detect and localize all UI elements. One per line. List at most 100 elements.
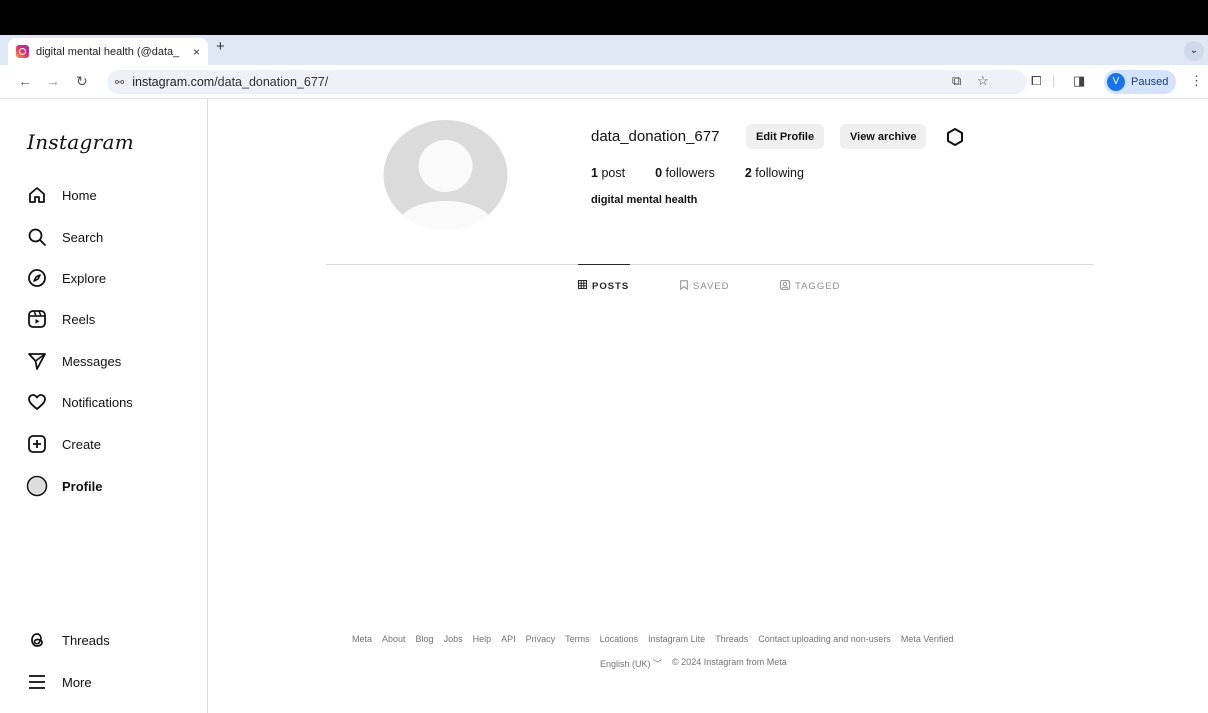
following-stat[interactable]: 2 following [745, 166, 804, 180]
view-archive-button[interactable]: View archive [840, 124, 927, 149]
grid-icon [578, 280, 587, 292]
url-host: instagram.com [132, 75, 215, 89]
sidebar-item-messages[interactable]: Messages [26, 349, 121, 373]
tab-title: digital mental health (@data_ [36, 45, 180, 58]
sidebar-item-notifications[interactable]: Notifications [26, 390, 133, 414]
screen-top-bar [0, 0, 1208, 35]
sidebar-item-more[interactable]: More [26, 670, 92, 694]
address-toolbar: ← → ↻ ⚯ instagram.com/data_donation_677/… [0, 65, 1208, 99]
language-selector[interactable]: English (UK) ﹀ [600, 657, 662, 670]
footer-link[interactable]: Meta [352, 634, 372, 644]
active-tab-indicator [578, 264, 630, 265]
threads-icon [26, 629, 48, 651]
install-app-icon[interactable]: ⧉ [952, 73, 961, 89]
side-panel-icon[interactable]: ◨ [1073, 73, 1085, 89]
footer-link[interactable]: Blog [416, 634, 434, 644]
followers-stat[interactable]: 0 followers [655, 166, 715, 180]
edit-profile-button[interactable]: Edit Profile [746, 124, 825, 149]
profile-display-name: digital mental health [591, 194, 698, 206]
sidebar-item-label: Create [62, 436, 102, 452]
footer-link[interactable]: Instagram Lite [648, 634, 705, 644]
footer-link[interactable]: API [501, 634, 516, 644]
tab-label: TAGGED [795, 281, 841, 292]
footer-bottom: English (UK) ﹀ © 2024 Instagram from Met… [600, 657, 787, 670]
footer-link[interactable]: Help [473, 634, 492, 644]
sidebar-item-label: Home [62, 187, 97, 203]
url-path: /data_donation_677/ [214, 75, 329, 89]
profile-avatar[interactable] [383, 120, 508, 230]
menu-icon [26, 671, 48, 693]
address-bar[interactable]: ⚯ instagram.com/data_donation_677/ [107, 70, 1027, 94]
browser-menu-icon[interactable]: ⋮ [1190, 73, 1203, 89]
reload-icon[interactable]: ↻ [76, 73, 88, 90]
tab-close-button[interactable]: × [193, 45, 200, 59]
sidebar-item-label: Threads [62, 632, 110, 648]
new-tab-button[interactable]: + [216, 38, 225, 55]
forward-arrow-icon[interactable]: → [46, 73, 60, 89]
posts-count: 1 [591, 166, 598, 180]
avatar-icon [26, 475, 48, 497]
footer-link[interactable]: Contact uploading and non-users [758, 634, 891, 644]
sidebar-item-label: Search [62, 229, 104, 245]
sidebar-item-label: Messages [62, 353, 122, 369]
tab-search-button[interactable]: ⌄ [1184, 41, 1204, 61]
toolbar-separator: | [1052, 73, 1056, 88]
footer-link[interactable]: Meta Verified [901, 634, 954, 644]
sidebar-item-create[interactable]: Create [26, 432, 101, 456]
site-settings-icon[interactable]: ⚯ [115, 76, 124, 89]
footer-link[interactable]: Terms [565, 634, 590, 644]
posts-count-stat: 1 post [591, 166, 625, 180]
extensions-puzzle-icon[interactable]: ⧠ [1031, 73, 1041, 89]
footer-link[interactable]: Locations [600, 634, 639, 644]
profile-stats: 1 post 0 followers 2 following [591, 166, 804, 180]
footer-link[interactable]: Threads [715, 634, 748, 644]
heart-icon [26, 391, 48, 413]
sidebar-item-reels[interactable]: Reels [26, 307, 95, 331]
chevron-down-icon: ﹀ [653, 659, 663, 669]
send-icon [26, 350, 48, 372]
footer-link[interactable]: Privacy [526, 634, 556, 644]
sidebar-item-label: Profile [62, 478, 103, 494]
sidebar-item-threads[interactable]: Threads [26, 628, 110, 652]
browser-tab-instagram[interactable]: digital mental health (@data_ × [8, 38, 208, 65]
copyright-text: © 2024 Instagram from Meta [672, 657, 787, 667]
sidebar-item-home[interactable]: Home [26, 183, 97, 207]
footer-link[interactable]: Jobs [444, 634, 463, 644]
back-arrow-icon[interactable]: ← [18, 73, 32, 89]
following-count: 2 [744, 166, 752, 180]
language-label: English (UK) [600, 659, 651, 669]
bookmark-star-icon[interactable]: ☆ [977, 73, 989, 89]
profile-username: data_donation_677 [591, 128, 720, 145]
home-icon [26, 184, 48, 206]
settings-gear-icon[interactable] [945, 127, 965, 147]
sidebar-item-label: Reels [62, 311, 96, 327]
tab-posts[interactable]: POSTS [578, 280, 629, 292]
profile-status-label: Paused [1131, 76, 1169, 88]
followers-count: 0 [655, 166, 663, 180]
footer-links: Meta About Blog Jobs Help API Privacy Te… [352, 634, 953, 644]
tab-label: SAVED [693, 281, 730, 292]
profile-paused-button[interactable]: V Paused [1104, 70, 1176, 94]
bookmark-icon [680, 280, 688, 293]
compass-icon [26, 267, 48, 289]
instagram-favicon-icon [16, 45, 29, 58]
tagged-person-icon [780, 280, 790, 293]
followers-label: followers [665, 166, 715, 180]
instagram-logo[interactable]: Instagram [27, 130, 134, 154]
sidebar-item-label: Notifications [62, 394, 133, 410]
sidebar-item-label: More [62, 674, 92, 690]
posts-label: post [601, 166, 626, 180]
sidebar: Instagram Home Search Explore Reels Mess… [0, 99, 208, 713]
footer-link[interactable]: About [382, 634, 406, 644]
following-label: following [755, 166, 804, 180]
sidebar-item-label: Explore [62, 270, 107, 286]
tabs-divider [326, 264, 1094, 265]
reels-icon [26, 308, 48, 330]
browser-profile-avatar: V [1107, 73, 1125, 91]
sidebar-item-explore[interactable]: Explore [26, 266, 106, 290]
sidebar-item-profile[interactable]: Profile [26, 474, 102, 498]
sidebar-item-search[interactable]: Search [26, 225, 103, 249]
tab-tagged[interactable]: TAGGED [780, 280, 840, 293]
tab-strip: digital mental health (@data_ × [0, 35, 1208, 65]
tab-saved[interactable]: SAVED [680, 280, 730, 293]
